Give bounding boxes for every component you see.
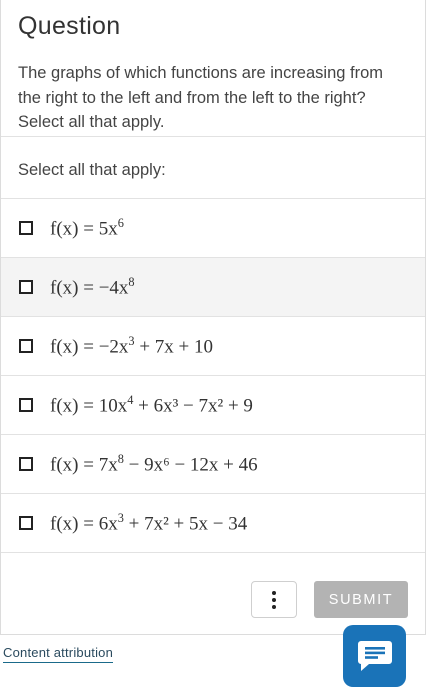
checkbox[interactable] [19, 398, 33, 412]
submit-button[interactable]: SUBMIT [314, 581, 408, 618]
question-header: Question The graphs of which functions a… [1, 0, 425, 137]
checkbox[interactable] [19, 339, 33, 353]
chat-bubble-icon [357, 641, 392, 671]
checkbox[interactable] [19, 280, 33, 294]
option-5[interactable]: f(x) = 7x8 − 9x⁶ − 12x + 46 [1, 435, 425, 494]
content-attribution-link[interactable]: Content attribution [3, 645, 114, 663]
select-instruction: Select all that apply: [1, 137, 425, 199]
question-title: Question [18, 12, 121, 40]
action-bar: SUBMIT [1, 564, 425, 634]
option-label: f(x) = 5x6 [50, 215, 124, 240]
checkbox[interactable] [19, 221, 33, 235]
question-card: Question The graphs of which functions a… [0, 0, 426, 635]
option-4[interactable]: f(x) = 10x4 + 6x³ − 7x² + 9 [1, 376, 425, 435]
more-options-button[interactable] [251, 581, 297, 618]
option-3[interactable]: f(x) = −2x3 + 7x + 10 [1, 317, 425, 376]
option-label: f(x) = −2x3 + 7x + 10 [50, 333, 214, 358]
question-text: The graphs of which functions are increa… [18, 64, 384, 131]
option-6[interactable]: f(x) = 6x3 + 7x² + 5x − 34 [1, 494, 425, 553]
chat-button[interactable] [343, 625, 406, 687]
option-1[interactable]: f(x) = 5x6 [1, 199, 425, 258]
vertical-ellipsis-icon [272, 590, 276, 609]
option-label: f(x) = 10x4 + 6x³ − 7x² + 9 [50, 392, 253, 417]
option-label: f(x) = 6x3 + 7x² + 5x − 34 [50, 510, 248, 535]
checkbox[interactable] [19, 516, 33, 530]
option-label: f(x) = 7x8 − 9x⁶ − 12x + 46 [50, 451, 258, 476]
option-label: f(x) = −4x8 [50, 274, 135, 299]
option-2[interactable]: f(x) = −4x8 [1, 258, 425, 317]
checkbox[interactable] [19, 457, 33, 471]
